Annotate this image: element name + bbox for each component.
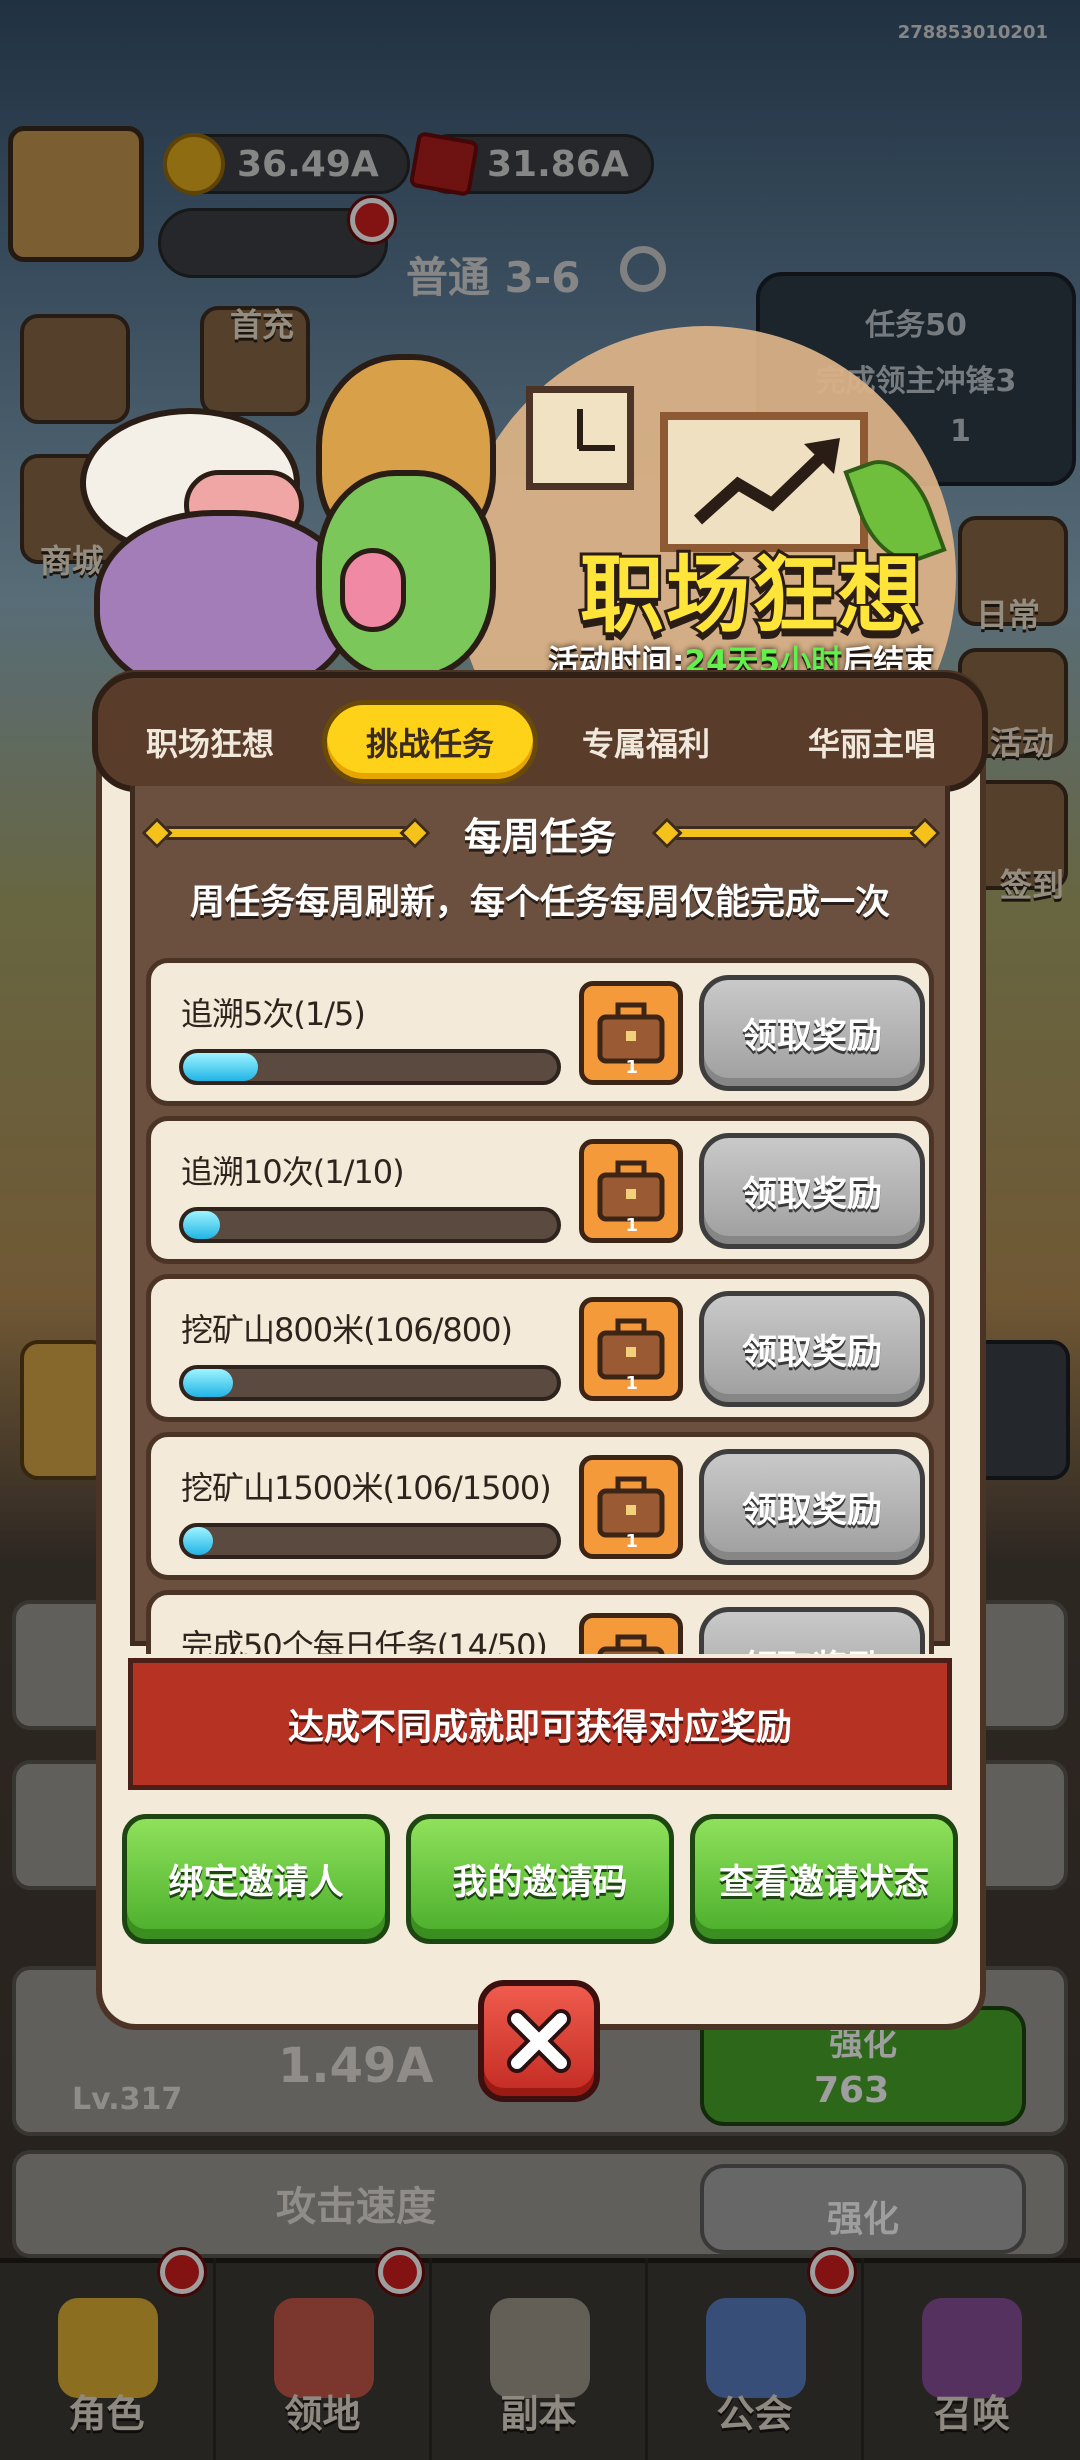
progress-fill bbox=[183, 1053, 258, 1081]
task-card: 追溯10次(1/10) 1 领取奖励 bbox=[146, 1116, 934, 1264]
task-card: 挖矿山800米(106/800) 1 领取奖励 bbox=[146, 1274, 934, 1422]
claim-reward-button[interactable]: 领取奖励 bbox=[699, 975, 925, 1091]
tab-event-home[interactable]: 职场狂想 bbox=[110, 700, 310, 784]
tab-challenge-tasks[interactable]: 挑战任务 bbox=[322, 700, 538, 784]
briefcase-icon[interactable]: 1 bbox=[579, 981, 683, 1085]
task-name: 挖矿山800米(106/800) bbox=[181, 1311, 513, 1349]
briefcase-icon[interactable]: 1 bbox=[579, 1297, 683, 1401]
progress-fill bbox=[183, 1369, 233, 1397]
progress-bar bbox=[179, 1049, 561, 1085]
claim-reward-button[interactable]: 领取奖励 bbox=[699, 1291, 925, 1407]
task-name: 完成50个每日任务(14/50) bbox=[181, 1627, 548, 1654]
clock-icon bbox=[526, 386, 634, 490]
progress-bar bbox=[179, 1365, 561, 1401]
claim-reward-button[interactable]: 领取奖励 bbox=[699, 1607, 925, 1654]
task-list[interactable]: 追溯5次(1/5) 1 领取奖励 追溯10次(1/10) 1 领取奖励 挖矿山8… bbox=[146, 950, 936, 1654]
progress-bar bbox=[179, 1523, 561, 1559]
my-invite-code-button[interactable]: 我的邀请码 bbox=[406, 1814, 674, 1944]
title-divider-left bbox=[154, 826, 416, 840]
weekly-title: 每周任务 bbox=[463, 815, 616, 859]
invite-status-button[interactable]: 查看邀请状态 bbox=[690, 1814, 958, 1944]
tab-lead-singer[interactable]: 华丽主唱 bbox=[772, 700, 972, 784]
progress-bar bbox=[179, 1207, 561, 1243]
weekly-description: 周任务每周刷新，每个任务每周仅能完成一次 bbox=[189, 883, 890, 923]
close-button[interactable] bbox=[478, 1980, 600, 2102]
claim-reward-button[interactable]: 领取奖励 bbox=[699, 1133, 925, 1249]
task-name: 追溯5次(1/5) bbox=[181, 995, 366, 1033]
bind-inviter-button[interactable]: 绑定邀请人 bbox=[122, 1814, 390, 1944]
reward-qty: 1 bbox=[625, 1057, 638, 1078]
task-card: 挖矿山1500米(106/1500) 1 领取奖励 bbox=[146, 1432, 934, 1580]
title-divider-right bbox=[664, 826, 926, 840]
growth-arrow-icon bbox=[693, 438, 840, 525]
progress-fill bbox=[183, 1211, 221, 1239]
task-card: 完成50个每日任务(14/50) 1 领取奖励 bbox=[146, 1590, 934, 1654]
claim-reward-button[interactable]: 领取奖励 bbox=[699, 1449, 925, 1565]
achievement-notice: 达成不同成就即可获得对应奖励 bbox=[128, 1658, 952, 1790]
briefcase-icon[interactable]: 1 bbox=[579, 1455, 683, 1559]
briefcase-icon[interactable]: 1 bbox=[579, 1139, 683, 1243]
task-name: 挖矿山1500米(106/1500) bbox=[181, 1469, 552, 1507]
task-card: 追溯5次(1/5) 1 领取奖励 bbox=[146, 958, 934, 1106]
reward-qty: 1 bbox=[625, 1531, 638, 1552]
task-name: 追溯10次(1/10) bbox=[181, 1153, 405, 1191]
reward-qty: 1 bbox=[625, 1215, 638, 1236]
reward-qty: 1 bbox=[625, 1373, 638, 1394]
event-title: 职场狂想 bbox=[577, 543, 925, 647]
tab-exclusive-benefits[interactable]: 专属福利 bbox=[546, 700, 746, 784]
frog-tongue bbox=[340, 548, 406, 632]
briefcase-icon[interactable]: 1 bbox=[579, 1613, 683, 1654]
close-icon bbox=[507, 2009, 571, 2073]
progress-fill bbox=[183, 1527, 213, 1555]
